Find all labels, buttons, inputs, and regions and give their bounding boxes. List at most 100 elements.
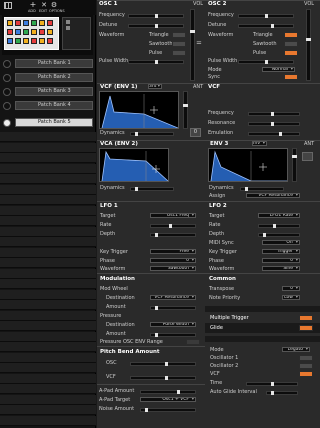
osc2-detune-slider[interactable] (238, 24, 294, 28)
slider-thumb[interactable] (145, 408, 148, 412)
osc2-pulse-toggle[interactable] (284, 50, 298, 56)
osc2-volume-slider[interactable] (306, 9, 311, 81)
keypad-pad[interactable] (39, 38, 45, 44)
patch-slot[interactable] (0, 394, 96, 405)
osc2-sawtooth-toggle[interactable] (284, 41, 298, 47)
patch-slot[interactable] (0, 174, 96, 184)
keypad-pad[interactable] (31, 29, 37, 35)
edit-icon[interactable]: ✕ (40, 1, 48, 9)
slider-thumb[interactable] (271, 382, 274, 386)
slider-thumb[interactable] (306, 38, 311, 41)
noise-amount-slider[interactable] (140, 408, 196, 412)
vcf-env-amount-box[interactable]: 0 (190, 128, 201, 137)
lfo1-depth-slider[interactable] (150, 233, 196, 237)
keypad-pad[interactable] (23, 38, 29, 44)
glide-toggle[interactable] (299, 325, 313, 331)
keypad-pad[interactable] (7, 20, 13, 26)
slider-thumb[interactable] (165, 362, 168, 366)
osc1-frequency-slider[interactable] (128, 14, 184, 18)
bank-3-button[interactable]: Patch Bank 3 (15, 87, 93, 96)
lfo1-target-select[interactable]: Osc1 Freq (150, 213, 196, 218)
env3-amount-box[interactable] (302, 152, 313, 161)
vcf-env-dynamics-slider[interactable] (130, 132, 174, 136)
osc1-pulse-toggle[interactable] (172, 50, 186, 56)
osc2-sync-toggle[interactable] (284, 74, 298, 80)
vcf-emulation-slider[interactable] (248, 132, 300, 136)
osc1-volume-slider[interactable] (190, 9, 195, 81)
bank-2-radio[interactable] (3, 74, 11, 82)
patch-slot[interactable] (0, 226, 96, 237)
patch-slot[interactable] (0, 331, 96, 342)
lfo2-target-select[interactable]: LFO1 Rate (258, 213, 300, 218)
osc2-pulse-width-slider[interactable] (238, 60, 294, 64)
env3-amount-slider[interactable] (292, 148, 297, 182)
slider-thumb[interactable] (155, 60, 158, 64)
mod-wheel-amount-slider[interactable] (150, 306, 196, 310)
slider-thumb[interactable] (155, 333, 158, 337)
osc2-mode-select[interactable]: Normal (262, 67, 295, 72)
note-priority-select[interactable]: Low (282, 295, 300, 300)
lfo2-key-trigger-select[interactable]: Trigger (262, 249, 300, 254)
apad-target-select[interactable]: Osc1 + VCF (140, 397, 196, 402)
slider-thumb[interactable] (273, 224, 276, 228)
slider-thumb[interactable] (271, 24, 274, 28)
vca-dynamics-slider[interactable] (130, 187, 174, 191)
grid-icon[interactable] (4, 2, 12, 9)
lfo2-phase-select[interactable]: 0 (262, 258, 300, 263)
glide-mode-select[interactable]: Legato (282, 347, 310, 352)
keypad-pad[interactable] (47, 29, 53, 35)
patch-slot[interactable] (0, 153, 96, 163)
patch-slot[interactable] (0, 300, 96, 310)
bank-1-button[interactable]: Patch Bank 1 (15, 59, 93, 68)
patch-slot[interactable] (0, 310, 96, 321)
osc1-pulse-width-slider[interactable] (128, 60, 184, 64)
options-icon[interactable]: ⚙ (50, 1, 58, 9)
env3-rate-select[interactable]: Inv (252, 141, 267, 146)
slider-thumb[interactable] (265, 14, 268, 18)
vcf-env-rate-select[interactable]: 3rd (148, 84, 162, 89)
keypad-pad[interactable] (15, 38, 21, 44)
vca-env-graph[interactable] (99, 148, 169, 182)
patch-slot[interactable] (0, 205, 96, 216)
patch-slot[interactable] (0, 142, 96, 153)
slider-thumb[interactable] (135, 187, 138, 191)
slider-thumb[interactable] (292, 155, 297, 158)
keypad-pad[interactable] (23, 20, 29, 26)
patch-slot[interactable] (0, 247, 96, 258)
keypad-pad[interactable] (7, 38, 13, 44)
osc1-detune-slider[interactable] (128, 24, 184, 28)
lfo1-key-trigger-select[interactable]: Free (150, 249, 196, 254)
env3-assign-select[interactable]: VCF Resonance (246, 193, 300, 198)
bank-4-radio[interactable] (3, 102, 11, 110)
glide-time-slider[interactable] (246, 382, 298, 386)
pressure-destination-select[interactable]: Pulse Width (150, 322, 196, 327)
keypad-pad[interactable] (39, 20, 45, 26)
slider-thumb[interactable] (271, 122, 274, 126)
patch-slot[interactable] (0, 352, 96, 363)
patch-slot[interactable] (0, 384, 96, 394)
patch-slot[interactable] (0, 268, 96, 279)
glide-oscillator1-toggle[interactable] (299, 355, 313, 361)
patch-slot[interactable] (0, 289, 96, 300)
keypad-pad[interactable] (31, 20, 37, 26)
osc1-triangle-toggle[interactable] (172, 32, 186, 38)
patch-slot[interactable] (0, 184, 96, 195)
patch-slot[interactable] (0, 163, 96, 174)
multiple-trigger-toggle[interactable] (299, 315, 313, 321)
slider-thumb[interactable] (169, 224, 172, 228)
lfo2-waveform-select[interactable]: Sine (262, 266, 300, 271)
bank-1-radio[interactable] (3, 60, 11, 68)
slider-thumb[interactable] (279, 132, 282, 136)
slider-thumb[interactable] (245, 187, 248, 191)
bank-2-button[interactable]: Patch Bank 2 (15, 73, 93, 82)
slider-thumb[interactable] (271, 391, 274, 395)
glide-oscillator2-toggle[interactable] (299, 363, 313, 369)
osc1-sawtooth-toggle[interactable] (172, 41, 186, 47)
keypad-pad[interactable] (15, 20, 21, 26)
patch-slot[interactable] (0, 321, 96, 331)
slider-thumb[interactable] (263, 233, 266, 237)
bank-4-button[interactable]: Patch Bank 4 (15, 101, 93, 110)
keypad-pad[interactable] (31, 38, 37, 44)
vcf-env-graph[interactable] (99, 91, 179, 129)
slider-thumb[interactable] (183, 104, 188, 107)
